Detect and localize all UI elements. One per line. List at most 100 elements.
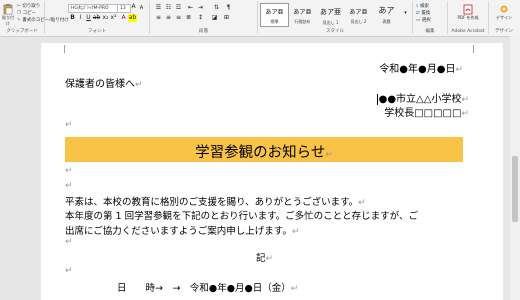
empty-paragraph: ↵ <box>65 237 73 247</box>
justify-icon[interactable]: ≣ <box>184 14 193 22</box>
cut-label: 切り取り <box>22 4 41 9</box>
highlight-icon[interactable]: ab <box>128 14 137 22</box>
document-sender-school-line: ●●市立△△小学校↵ <box>376 90 469 105</box>
style-label: 表題 <box>382 19 391 24</box>
paragraph-mark: ↵ <box>290 284 299 294</box>
empty-paragraph: ↵ <box>65 166 73 176</box>
select-label: 選択 <box>421 18 431 23</box>
copy-icon: ❐ <box>17 11 22 16</box>
designer-icon <box>500 5 508 13</box>
style-label: 標準 <box>270 19 279 24</box>
paragraph-mark: ↵ <box>455 65 463 75</box>
paragraph-group-label: 段落 <box>199 29 208 34</box>
replace-label: 置換 <box>421 11 431 16</box>
font-group: HG丸ｺﾞｼｯｸM-PRO 13 A A B I U ab x₂ x² A ab… <box>45 1 150 34</box>
design-group-label: デザイン <box>495 29 513 34</box>
vertical-scrollbar[interactable] <box>510 36 520 300</box>
font-name-dropdown[interactable]: HG丸ｺﾞｼｯｸM-PRO <box>68 4 118 13</box>
find-button[interactable]: ⌕ 検索 <box>416 3 429 9</box>
paragraph-mark: ↵ <box>135 80 143 90</box>
copy-button[interactable]: ❐ コピー <box>17 10 36 16</box>
font-group-label: フォント <box>88 29 106 34</box>
paragraph-mark: ↵ <box>291 227 300 237</box>
sort-icon[interactable]: ⇅ <box>212 4 221 12</box>
body-text: 出席にご協力くださいますようご案内申し上げます。 <box>65 226 292 237</box>
document-title-band: 学習参観のお知らせ↵ <box>65 137 463 162</box>
clipboard-group-label: クリップボード <box>6 29 38 34</box>
style-preview: あア亜 <box>320 8 341 16</box>
clipboard-group: 貼り付け ✂ 切り取り ❐ コピー ✎ 書式のコピー/貼り付け クリップボード <box>0 1 69 34</box>
schedule-line: 日 時→ → 令和●年●月●日（金）↵ <box>117 280 298 294</box>
brush-icon: ✎ <box>17 18 21 23</box>
document-title-line: 学習参観のお知らせ↵ <box>65 141 463 162</box>
editing-group-label: 編集 <box>425 29 435 34</box>
numbering-icon[interactable]: ☷ <box>164 4 173 12</box>
decrease-indent-icon[interactable]: ⇤ <box>186 4 195 12</box>
borders-icon[interactable]: ⊞ <box>222 14 231 22</box>
create-pdf-button[interactable]: PDF を作成 <box>456 4 480 21</box>
paragraph-mark: ↵ <box>265 254 274 264</box>
line-spacing-icon[interactable]: ↕ <box>196 14 205 22</box>
design-button[interactable]: デザイン <box>493 4 515 21</box>
style-no-spacing[interactable]: あア亜 行間詰め <box>288 3 317 27</box>
cut-button[interactable]: ✂ 切り取り <box>17 3 40 9</box>
replace-icon: ⇄ <box>416 11 420 16</box>
bullets-icon[interactable]: ☰ <box>154 4 163 12</box>
shading-icon[interactable]: ◪ <box>210 14 219 22</box>
replace-button[interactable]: ⇄ 置換 <box>416 10 430 16</box>
ribbon: 貼り付け ✂ 切り取り ❐ コピー ✎ 書式のコピー/貼り付け クリップボード … <box>0 0 520 37</box>
font-color-icon[interactable]: A <box>119 14 128 22</box>
align-center-icon[interactable]: ≡ <box>164 14 173 22</box>
style-label: 見出し 1 <box>322 20 339 25</box>
align-right-icon[interactable]: ≡ <box>174 14 183 22</box>
style-preview: あア亜 <box>293 9 312 16</box>
margin-corner-top-right <box>473 45 482 53</box>
ki-text: 記 <box>256 253 266 264</box>
align-left-icon[interactable]: ≡ <box>154 14 163 22</box>
style-label: 見出し 2 <box>350 19 367 24</box>
paste-button[interactable]: 貼り付け <box>1 3 15 27</box>
paste-icon <box>3 4 13 15</box>
design-group: デザイン デザイン <box>489 1 519 34</box>
scissors-icon: ✂ <box>17 4 21 9</box>
body-text: 本年度の第 1 回学習参観を下記のとおり行います。ご多忙のことと存じますが、ご <box>65 211 418 222</box>
acrobat-group: PDF を作成 Adobe Acrobat <box>448 1 489 34</box>
empty-paragraph: ↵ <box>65 266 73 276</box>
select-button[interactable]: ▭ 選択 <box>416 17 431 23</box>
empty-paragraph: ↵ <box>65 181 73 191</box>
style-heading-1[interactable]: あア亜 見出し 1 <box>316 3 345 27</box>
style-title[interactable]: あア 表題 <box>372 3 401 27</box>
scrollbar-thumb[interactable] <box>512 156 518 222</box>
style-heading-2[interactable]: あア亜 見出し 2 <box>344 3 373 27</box>
superscript-icon[interactable]: x² <box>109 14 118 22</box>
find-label: 検索 <box>419 4 429 9</box>
copy-label: コピー <box>22 11 36 16</box>
styles-group-label: スタイル <box>326 29 344 34</box>
document-recipient: 保護者の皆様へ <box>65 79 135 90</box>
document-page[interactable]: 令和●年●月●日↵ 保護者の皆様へ↵ ●●市立△△小学校↵ 学校長□□□□□↵ … <box>41 43 503 300</box>
document-title: 学習参観のお知らせ <box>195 145 326 161</box>
design-label: デザイン <box>496 15 512 20</box>
strikethrough-icon[interactable]: ab <box>92 14 101 22</box>
document-body-line-3: 出席にご協力くださいますようご案内申し上げます。↵ <box>65 223 299 237</box>
style-preview: あア <box>378 6 395 15</box>
document-principal-line: 学校長□□□□□↵ <box>384 104 469 119</box>
paragraph-mark: ↵ <box>325 150 333 160</box>
margin-corner-top-left <box>56 45 65 53</box>
paragraph-group: ☰ ☷ ☲ ⇤ ⇥ ⇅ ¶ ≡ ≡ ≡ ≣ ↕ ◪ ⊞ 段落 <box>150 1 258 34</box>
schedule-text: 日 時→ → 令和●年●月●日（金） <box>117 283 291 294</box>
style-preview: あア亜 <box>349 9 368 16</box>
select-icon: ▭ <box>416 18 421 23</box>
multilevel-list-icon[interactable]: ☲ <box>174 4 183 12</box>
document-principal: 学校長□□□□□ <box>384 108 462 119</box>
increase-indent-icon[interactable]: ⇥ <box>196 4 205 12</box>
pdf-icon <box>463 4 473 15</box>
create-pdf-label: PDF を作成 <box>457 15 479 20</box>
show-marks-icon[interactable]: ¶ <box>224 4 233 12</box>
style-preview: あア亜 <box>265 9 284 16</box>
document-recipient-line: 保護者の皆様へ↵ <box>65 75 143 90</box>
shrink-font-icon[interactable]: A <box>137 4 146 12</box>
paragraph-mark: ↵ <box>461 109 469 119</box>
style-normal[interactable]: あア亜 標準 <box>260 3 289 27</box>
styles-more-icon[interactable]: ▾ <box>401 9 410 17</box>
